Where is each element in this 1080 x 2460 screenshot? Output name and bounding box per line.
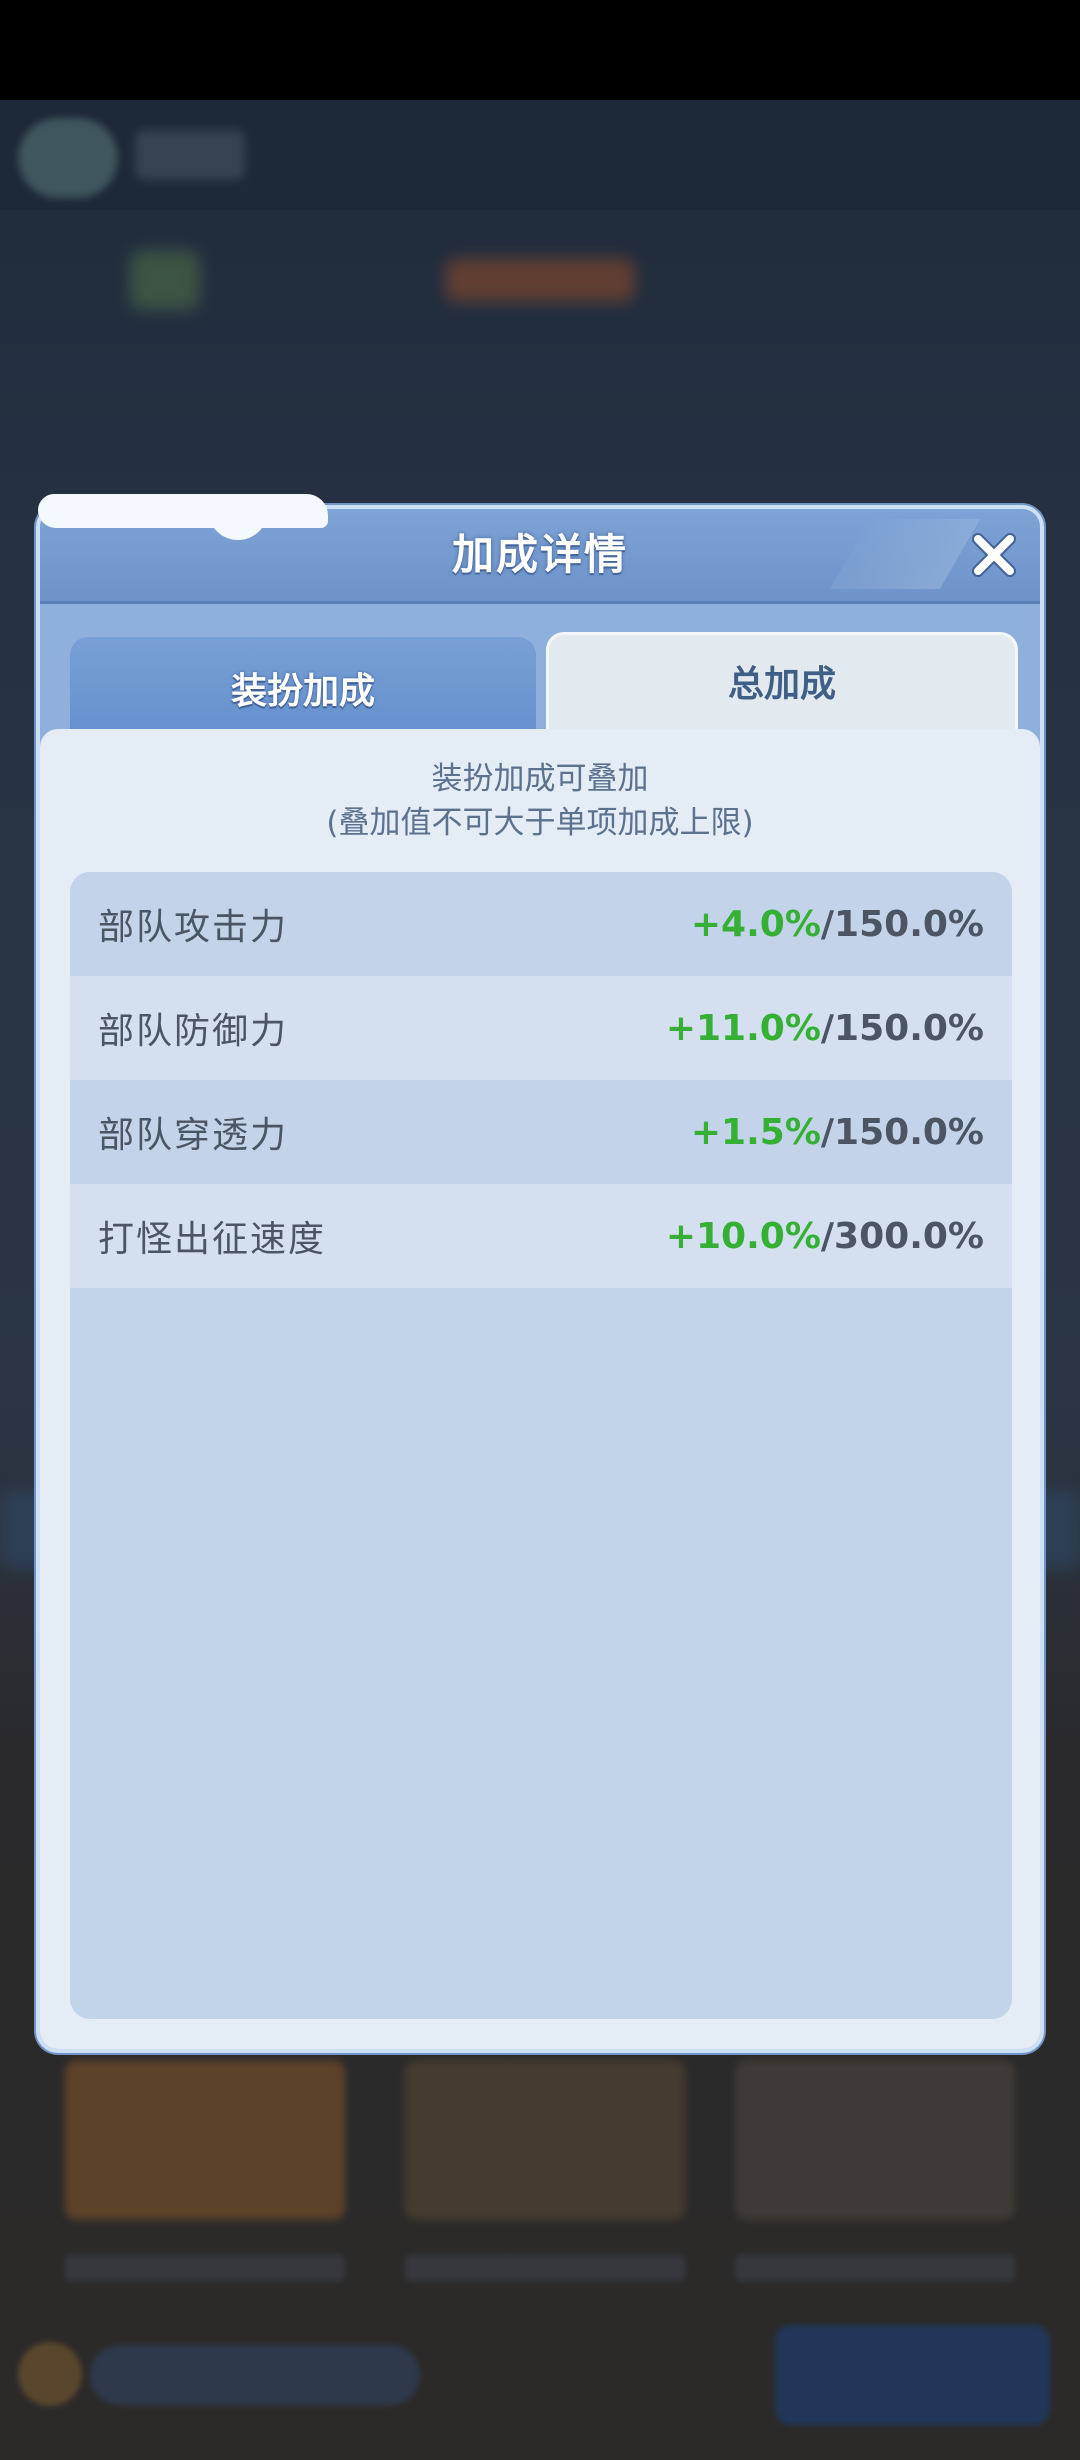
bonus-amount: +1.5% (690, 1111, 821, 1153)
bonus-details-dialog: 加成详情 装扮加成 总加成 装扮加成可叠加 (叠加值不可大于单项加成上限) 部队… (36, 505, 1044, 2053)
bonus-list[interactable]: 部队攻击力 +4.0%/150.0% 部队防御力 +11.0%/150.0% 部… (70, 872, 1012, 2019)
bonus-amount: +10.0% (665, 1215, 821, 1257)
bonus-limit: /150.0% (820, 903, 984, 945)
bonus-value: +1.5%/150.0% (691, 1112, 984, 1153)
background-avatar (18, 118, 118, 198)
bonus-name: 部队穿透力 (98, 1115, 289, 1156)
background-pill (90, 2345, 420, 2405)
list-item: 部队穿透力 +1.5%/150.0% (70, 1080, 1012, 1184)
background-decoration (445, 258, 635, 302)
bonus-limit: /150.0% (820, 1007, 984, 1049)
bonus-value: +10.0%/300.0% (666, 1216, 984, 1257)
background-card (735, 2060, 1015, 2220)
bonus-value: +4.0%/150.0% (691, 904, 984, 945)
background-button (775, 2325, 1050, 2425)
close-icon (972, 533, 1016, 577)
background-decoration (130, 250, 200, 310)
tab-content: 装扮加成可叠加 (叠加值不可大于单项加成上限) 部队攻击力 +4.0%/150.… (40, 729, 1040, 2049)
bonus-limit: /150.0% (820, 1111, 984, 1153)
list-item: 部队防御力 +11.0%/150.0% (70, 976, 1012, 1080)
status-bar (0, 0, 1080, 100)
background-coin (18, 2342, 82, 2406)
tab-outfit-bonus[interactable]: 装扮加成 (70, 637, 536, 737)
description: 装扮加成可叠加 (叠加值不可大于单项加成上限) (40, 757, 1040, 845)
background-card (65, 2060, 345, 2220)
description-line: (叠加值不可大于单项加成上限) (326, 805, 754, 841)
bonus-name: 部队攻击力 (98, 907, 289, 948)
background-card (405, 2060, 685, 2220)
bonus-name: 部队防御力 (98, 1011, 289, 1052)
bonus-limit: /300.0% (820, 1215, 984, 1257)
bonus-amount: +4.0% (690, 903, 821, 945)
list-item: 部队攻击力 +4.0%/150.0% (70, 872, 1012, 976)
list-item: 打怪出征速度 +10.0%/300.0% (70, 1184, 1012, 1288)
background-bar (735, 2255, 1015, 2281)
tab-total-bonus[interactable]: 总加成 (546, 632, 1018, 732)
snow-decoration (38, 494, 328, 540)
bonus-value: +11.0%/150.0% (666, 1008, 984, 1049)
background-bar (65, 2255, 345, 2281)
bonus-amount: +11.0% (665, 1007, 821, 1049)
background-name (135, 130, 245, 180)
background-bar (405, 2255, 685, 2281)
bonus-name: 打怪出征速度 (98, 1219, 327, 1260)
close-button[interactable] (964, 525, 1024, 585)
description-line: 装扮加成可叠加 (431, 761, 649, 797)
